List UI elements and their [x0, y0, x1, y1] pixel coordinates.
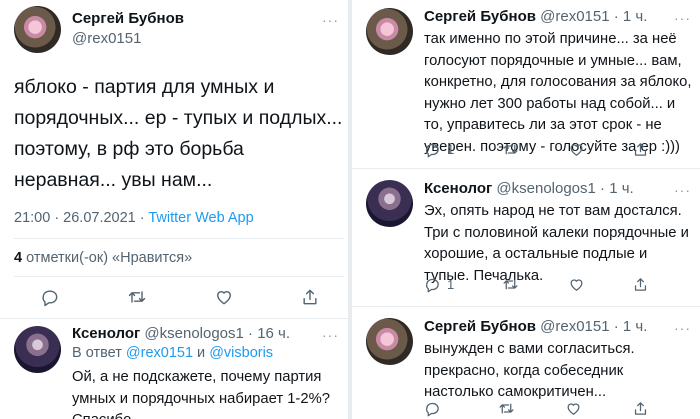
retweet-button[interactable]: [126, 287, 148, 307]
author-name[interactable]: Сергей Бубнов: [424, 8, 536, 25]
divider: [352, 306, 700, 307]
avatar[interactable]: [366, 318, 413, 365]
author-handle[interactable]: @rex0151: [72, 30, 141, 47]
mention-link[interactable]: @visboris: [209, 345, 273, 361]
reply-to-prefix: В ответ: [72, 345, 126, 361]
like-icon: [567, 403, 580, 415]
reply-button[interactable]: [424, 400, 447, 417]
reply-text: вынужден с вами согласиться. прекрасно, …: [424, 341, 635, 400]
divider: [352, 168, 700, 169]
divider: [14, 276, 344, 277]
likes-count: 4: [14, 250, 23, 266]
author-name[interactable]: Сергей Бубнов: [72, 10, 184, 27]
share-icon: [634, 143, 647, 156]
author-handle[interactable]: @ksenologos1 · 16 ч.: [144, 325, 290, 342]
retweet-button[interactable]: [501, 276, 520, 293]
likes-summary[interactable]: 4 отметки(-ок) «Нравится»: [14, 250, 192, 266]
retweet-icon: [128, 291, 146, 303]
thread-column: Сергей Бубнов @rex0151 · 1 ч. ··· так им…: [352, 0, 700, 419]
reply-to-and: и: [193, 345, 210, 361]
share-icon: [303, 289, 317, 305]
reply-count: 1: [447, 277, 455, 292]
tweet-timestamp[interactable]: 21:00 · 26.07.2021 ·: [14, 210, 148, 226]
more-icon[interactable]: ···: [674, 182, 691, 198]
tweet-text: яблоко - партия для умных и порядочных..…: [14, 76, 343, 191]
reply-count: 1: [447, 142, 455, 157]
author-handle[interactable]: @ksenologos1 · 1 ч.: [496, 180, 633, 197]
author-handle[interactable]: @rex0151 · 1 ч.: [540, 8, 647, 25]
share-button[interactable]: [300, 287, 320, 307]
retweet-icon: [499, 403, 514, 414]
tweet-actions: [424, 400, 649, 417]
reply-button[interactable]: 1: [424, 276, 454, 293]
reply-icon: [426, 402, 439, 417]
divider: [14, 238, 344, 239]
reply-button[interactable]: 1: [424, 141, 454, 158]
like-icon: [570, 279, 583, 291]
main-tweet-column: Сергей Бубнов @rex0151 ··· яблоко - парт…: [0, 0, 348, 419]
reply-author: Сергей Бубнов @rex0151 · 1 ч.: [424, 8, 647, 25]
mention-link[interactable]: @rex0151: [126, 345, 193, 361]
divider: [0, 318, 348, 319]
author-handle[interactable]: @rex0151 · 1 ч.: [540, 318, 647, 335]
reply-author: Ксенолог @ksenologos1 · 16 ч.: [72, 325, 290, 342]
avatar[interactable]: [14, 6, 61, 53]
reply-button[interactable]: [40, 287, 60, 307]
more-icon[interactable]: ···: [674, 320, 691, 336]
more-icon[interactable]: ···: [322, 12, 339, 28]
reply-to-line: В ответ @rex0151 и @visboris: [72, 345, 273, 361]
retweet-icon: [503, 144, 518, 155]
share-icon: [634, 402, 647, 415]
like-button[interactable]: [214, 287, 234, 307]
like-button[interactable]: [568, 141, 585, 158]
reply-icon: [42, 290, 58, 307]
avatar[interactable]: [14, 326, 61, 373]
share-button[interactable]: [632, 400, 649, 417]
tweet-meta: 21:00 · 26.07.2021 · Twitter Web App: [14, 210, 254, 226]
retweet-button[interactable]: [501, 141, 520, 158]
tweet-source-link[interactable]: Twitter Web App: [148, 210, 253, 226]
retweet-button[interactable]: [497, 400, 516, 417]
tweet-actions: [40, 287, 320, 307]
reply-text: так именно по этой причине... за неё гол…: [424, 31, 692, 155]
reply-author: Ксенолог @ksenologos1 · 1 ч.: [424, 180, 634, 197]
reply-text: Ой, а не подскажете, почему партия умных…: [72, 369, 330, 419]
retweet-icon: [503, 279, 518, 290]
author-name[interactable]: Ксенолог: [424, 180, 492, 197]
reply-icon: [426, 278, 439, 293]
share-button[interactable]: [632, 276, 649, 293]
author-name[interactable]: Сергей Бубнов: [424, 318, 536, 335]
reply-author: Сергей Бубнов @rex0151 · 1 ч.: [424, 318, 647, 335]
like-icon: [217, 291, 231, 305]
more-icon[interactable]: ···: [322, 327, 339, 343]
reply-text: Эх, опять народ не тот вам достался. Три…: [424, 203, 689, 284]
share-button[interactable]: [632, 141, 649, 158]
tweet-actions: 1: [424, 141, 649, 158]
author-name[interactable]: Ксенолог: [72, 325, 140, 342]
reply-icon: [426, 143, 439, 158]
like-icon: [570, 144, 583, 156]
share-icon: [634, 278, 647, 291]
like-button[interactable]: [568, 276, 585, 293]
tweet-actions: 1: [424, 276, 649, 293]
likes-label: отметки(-ок) «Нравится»: [22, 250, 193, 266]
avatar[interactable]: [366, 180, 413, 227]
more-icon[interactable]: ···: [674, 10, 691, 26]
avatar[interactable]: [366, 8, 413, 55]
like-button[interactable]: [565, 400, 582, 417]
